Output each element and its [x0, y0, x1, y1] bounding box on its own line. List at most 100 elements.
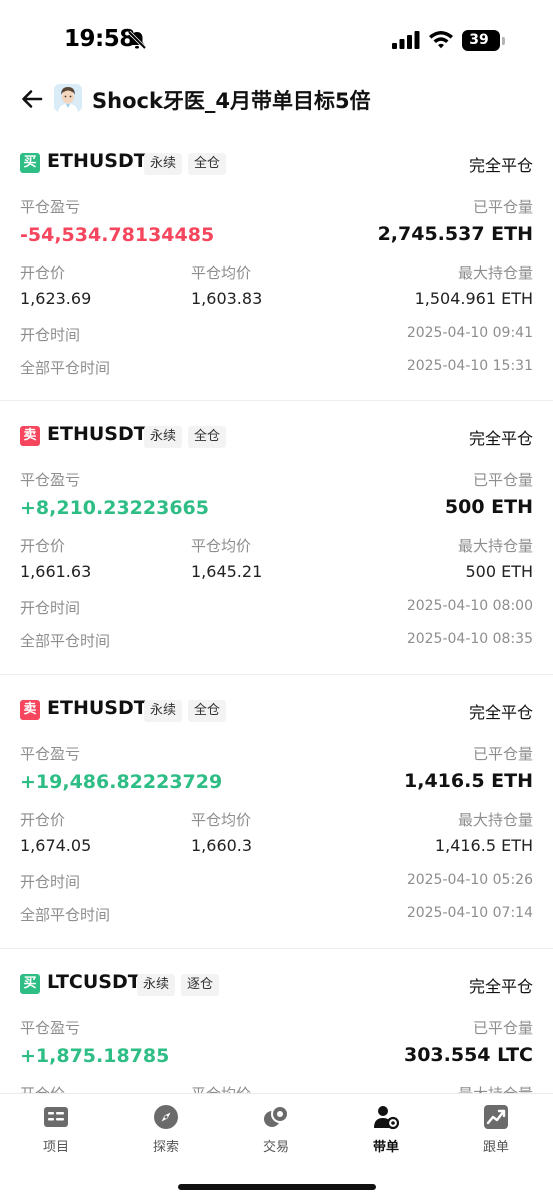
- pnl-label: 平仓盈亏: [20, 471, 81, 489]
- tab-label: 跟单: [482, 1140, 509, 1155]
- tab-copy-trading[interactable]: 跟单: [456, 1104, 536, 1160]
- close-time-value: 2025-04-10 07:14: [406, 905, 533, 921]
- avatar-illustration: [54, 84, 82, 112]
- battery-level: 39: [469, 32, 489, 48]
- margin-mode-tag: 全仓: [188, 700, 227, 722]
- margin-mode-tag: 全仓: [188, 426, 227, 448]
- side-badge-buy: 买: [20, 974, 40, 994]
- open-price-label: 开仓价: [20, 811, 66, 829]
- max-position-label: 最大持仓量: [457, 537, 533, 555]
- tab-label: 带单: [372, 1140, 399, 1155]
- pnl-label: 平仓盈亏: [20, 198, 81, 216]
- tab-label: 探索: [152, 1140, 179, 1155]
- open-time-value: 2025-04-10 09:41: [406, 325, 533, 341]
- avg-close-price-value: 1,603.83: [191, 289, 263, 308]
- avg-close-price-value: 1,645.21: [191, 562, 263, 581]
- avg-close-price-label: 平仓均价: [191, 537, 252, 555]
- closed-qty-value: 2,745.537 ETH: [377, 223, 533, 245]
- close-time-value: 2025-04-10 15:31: [406, 358, 533, 374]
- position-record[interactable]: 卖 ETHUSDT 永续 全仓 完全平仓 平仓盈亏 已平仓量 +8,210.23…: [0, 401, 553, 675]
- close-status: 完全平仓: [468, 703, 533, 722]
- avatar[interactable]: [54, 84, 82, 112]
- bell-mute-icon: [127, 30, 147, 50]
- open-time-label: 开仓时间: [20, 326, 81, 344]
- page-header: Shock牙医_4月带单目标5倍: [0, 80, 553, 120]
- record-header: 买 ETHUSDT 永续 全仓 完全平仓: [20, 150, 533, 176]
- symbol: LTCUSDT: [47, 971, 141, 993]
- closed-positions-list: 买 ETHUSDT 永续 全仓 完全平仓 平仓盈亏 已平仓量 -54,534.7…: [0, 137, 553, 1200]
- chart-icon: [484, 1105, 508, 1129]
- open-price-label: 开仓价: [20, 264, 66, 282]
- close-status: 完全平仓: [468, 977, 533, 996]
- battery-cap: [502, 37, 505, 45]
- wifi-icon: [429, 31, 453, 49]
- leader-icon: [374, 1106, 399, 1130]
- coins-icon: [264, 1105, 289, 1127]
- close-status: 完全平仓: [468, 429, 533, 448]
- cellular-signal-icon: [392, 31, 420, 49]
- tab-explore[interactable]: 探索: [126, 1104, 206, 1160]
- tab-lead-trading[interactable]: 带单: [346, 1104, 426, 1160]
- pnl-value: +8,210.23223665: [20, 497, 209, 519]
- open-time-label: 开仓时间: [20, 599, 81, 617]
- side-badge-buy: 买: [20, 153, 40, 173]
- position-record[interactable]: 卖 ETHUSDT 永续 全仓 完全平仓 平仓盈亏 已平仓量 +19,486.8…: [0, 675, 553, 949]
- tab-label: 项目: [42, 1140, 69, 1155]
- closed-qty-label: 已平仓量: [472, 471, 533, 489]
- record-header: 卖 ETHUSDT 永续 全仓 完全平仓: [20, 423, 533, 449]
- closed-qty-value: 500 ETH: [444, 496, 533, 518]
- open-time-value: 2025-04-10 08:00: [406, 598, 533, 614]
- symbol: ETHUSDT: [47, 423, 147, 445]
- symbol: ETHUSDT: [47, 150, 147, 172]
- max-position-label: 最大持仓量: [457, 264, 533, 282]
- max-position-value: 1,504.961 ETH: [414, 289, 533, 308]
- open-price-value: 1,674.05: [20, 836, 92, 855]
- pnl-value: +1,875.18785: [20, 1045, 170, 1067]
- pnl-value: +19,486.82223729: [20, 771, 223, 793]
- open-price-value: 1,661.63: [20, 562, 92, 581]
- symbol: ETHUSDT: [47, 697, 147, 719]
- contract-type-tag: 永续: [144, 700, 183, 722]
- home-indicator[interactable]: [178, 1184, 376, 1190]
- max-position-value: 500 ETH: [465, 562, 533, 581]
- open-time-value: 2025-04-10 05:26: [406, 872, 533, 888]
- closed-qty-value: 303.554 LTC: [403, 1044, 533, 1066]
- contract-type-tag: 永续: [144, 153, 183, 175]
- open-time-label: 开仓时间: [20, 873, 81, 891]
- max-position-label: 最大持仓量: [457, 811, 533, 829]
- close-status: 完全平仓: [468, 156, 533, 175]
- compass-icon: [154, 1105, 178, 1129]
- closed-qty-label: 已平仓量: [472, 198, 533, 216]
- page-title: Shock牙医_4月带单目标5倍: [92, 89, 371, 113]
- list-icon: [44, 1107, 68, 1127]
- max-position-value: 1,416.5 ETH: [434, 836, 533, 855]
- position-record[interactable]: 买 ETHUSDT 永续 全仓 完全平仓 平仓盈亏 已平仓量 -54,534.7…: [0, 137, 553, 401]
- closed-qty-value: 1,416.5 ETH: [404, 770, 533, 792]
- close-time-label: 全部平仓时间: [20, 632, 111, 650]
- battery-icon: 39: [462, 30, 500, 51]
- record-header: 卖 ETHUSDT 永续 全仓 完全平仓: [20, 697, 533, 723]
- status-bar: 19:58 39: [0, 0, 553, 80]
- side-badge-sell: 卖: [20, 700, 40, 720]
- back-arrow-icon[interactable]: [20, 87, 44, 111]
- margin-mode-tag: 逐仓: [181, 974, 220, 996]
- avg-close-price-label: 平仓均价: [191, 264, 252, 282]
- close-time-label: 全部平仓时间: [20, 906, 111, 924]
- closed-qty-label: 已平仓量: [472, 1019, 533, 1037]
- tab-trade[interactable]: 交易: [236, 1104, 316, 1160]
- avg-close-price-label: 平仓均价: [191, 811, 252, 829]
- close-time-value: 2025-04-10 08:35: [406, 631, 533, 647]
- margin-mode-tag: 全仓: [188, 153, 227, 175]
- pnl-label: 平仓盈亏: [20, 745, 81, 763]
- contract-type-tag: 永续: [137, 974, 176, 996]
- open-price-value: 1,623.69: [20, 289, 92, 308]
- tab-projects[interactable]: 项目: [16, 1104, 96, 1160]
- record-header: 买 LTCUSDT 永续 逐仓 完全平仓: [20, 971, 533, 997]
- pnl-value: -54,534.78134485: [20, 224, 215, 246]
- avg-close-price-value: 1,660.3: [191, 836, 253, 855]
- tab-label: 交易: [262, 1140, 289, 1155]
- contract-type-tag: 永续: [144, 426, 183, 448]
- pnl-label: 平仓盈亏: [20, 1019, 81, 1037]
- closed-qty-label: 已平仓量: [472, 745, 533, 763]
- side-badge-sell: 卖: [20, 426, 40, 446]
